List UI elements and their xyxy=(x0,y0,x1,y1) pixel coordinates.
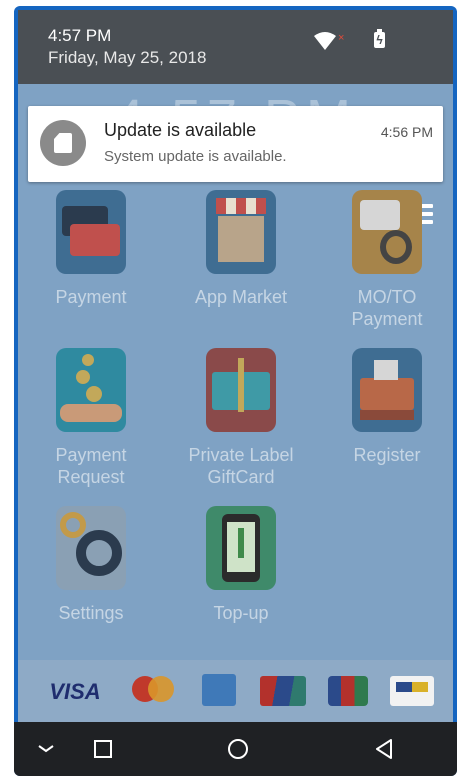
app-moto-payment[interactable]: MO/TO Payment xyxy=(322,190,452,330)
circle-icon xyxy=(228,739,248,759)
app-label: Top-up xyxy=(213,603,269,623)
square-icon xyxy=(94,740,112,758)
payment-card-icon xyxy=(56,190,126,274)
notification-message: System update is available. xyxy=(104,148,287,165)
app-top-up[interactable]: Top-up xyxy=(176,506,306,624)
back-triangle-icon xyxy=(376,739,392,759)
system-update-icon xyxy=(40,120,86,166)
app-label: App Market xyxy=(194,287,288,307)
visa-logo: VISA xyxy=(49,679,101,704)
notification-title: Update is available xyxy=(104,120,257,140)
status-time: 4:57 PM xyxy=(48,26,112,45)
app-label: Private Label GiftCard xyxy=(188,445,294,487)
app-private-label-giftcard[interactable]: Private Label GiftCard xyxy=(176,348,306,488)
app-label: Payment xyxy=(55,287,127,307)
app-market[interactable]: App Market xyxy=(176,190,306,308)
card-logos-bar: VISA xyxy=(18,660,453,722)
hide-keyboard-button[interactable] xyxy=(28,722,64,776)
phone-topup-icon xyxy=(206,506,276,590)
app-register[interactable]: Register xyxy=(322,348,452,466)
status-bar[interactable]: 4:57 PM Friday, May 25, 2018 × ϟ xyxy=(18,10,453,84)
home-button[interactable] xyxy=(220,722,256,776)
back-button[interactable] xyxy=(366,722,402,776)
screen: 4:57 PM Payment App Market xyxy=(18,10,453,722)
svg-text:×: × xyxy=(338,32,344,44)
mastercard-logo xyxy=(132,674,176,708)
wifi-icon: × xyxy=(314,32,344,50)
gears-icon xyxy=(56,506,126,590)
notification-time: 4:56 PM xyxy=(380,124,433,140)
update-notification[interactable]: Update is available System update is ava… xyxy=(28,106,443,182)
app-label: Register xyxy=(353,445,421,465)
phone-payment-icon xyxy=(352,190,422,274)
amex-logo xyxy=(202,674,236,706)
app-label: Payment Request xyxy=(55,445,127,487)
recents-button[interactable] xyxy=(86,722,120,776)
cash-register-icon xyxy=(352,348,422,432)
bancontact-logo xyxy=(390,676,434,706)
store-icon xyxy=(206,190,276,274)
app-label: Settings xyxy=(58,603,124,623)
battery-charging-icon: ϟ xyxy=(374,29,385,48)
gift-card-icon xyxy=(206,348,276,432)
app-payment[interactable]: Payment xyxy=(26,190,156,308)
jcb-logo xyxy=(328,676,368,706)
status-date: Friday, May 25, 2018 xyxy=(48,48,207,67)
navigation-bar xyxy=(14,722,457,776)
app-payment-request[interactable]: Payment Request xyxy=(26,348,156,488)
app-label: MO/TO Payment xyxy=(351,287,423,329)
chevron-down-icon xyxy=(38,745,54,753)
app-settings[interactable]: Settings xyxy=(26,506,156,624)
unionpay-logo xyxy=(260,676,306,706)
coins-hand-icon xyxy=(56,348,126,432)
device-frame: 4:57 PM Payment App Market xyxy=(14,6,457,776)
